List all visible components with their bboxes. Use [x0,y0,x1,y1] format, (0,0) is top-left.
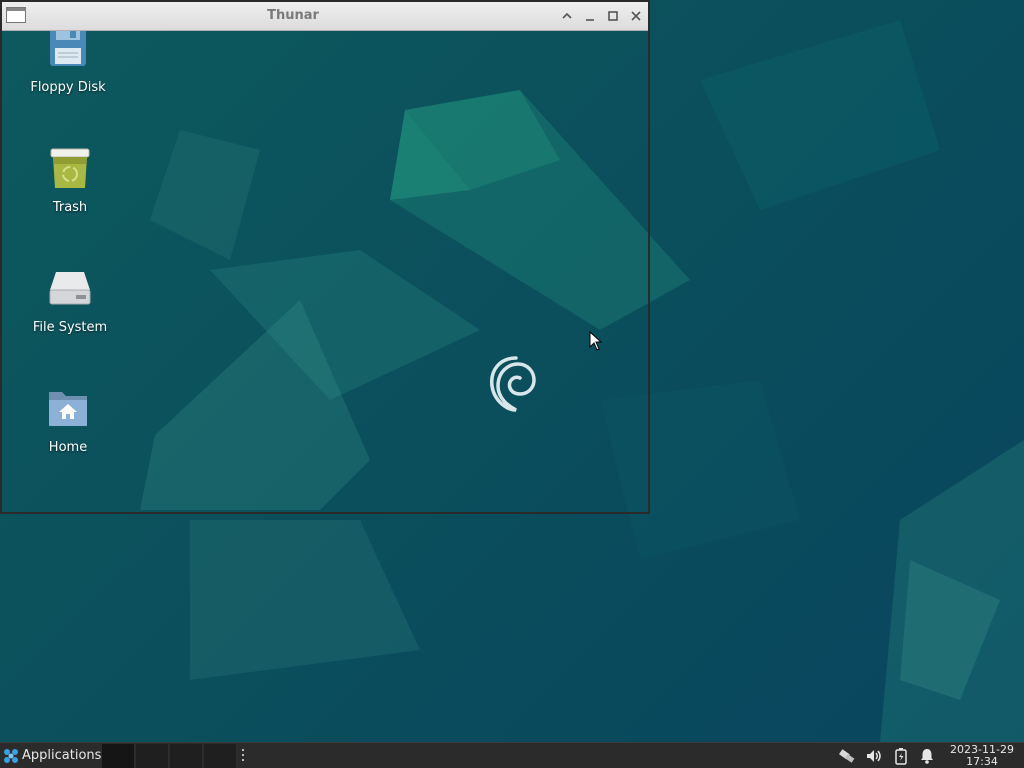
mouse-pointer-icon [589,331,603,351]
workspace-2[interactable] [136,744,169,768]
minimize-button[interactable] [581,7,599,25]
panel-handle-icon[interactable] [241,749,245,761]
close-button[interactable] [627,7,645,25]
notifications-icon[interactable] [918,747,936,765]
clock[interactable]: 2023-11-29 17:34 [944,744,1020,768]
window-title: Thunar [267,8,319,23]
applications-menu-button[interactable]: Applications [0,743,102,768]
chevron-up-icon [562,12,572,19]
volume-icon[interactable] [865,747,883,765]
clock-time: 17:34 [966,755,998,768]
applications-label: Applications [22,748,102,763]
thunar-window[interactable]: Thunar [0,0,650,514]
xfce-logo-icon [4,748,18,763]
power-icon[interactable] [892,747,910,765]
window-titlebar[interactable]: Thunar [2,2,648,31]
minimize-icon [586,19,594,21]
shade-button[interactable] [558,7,576,25]
workspace-3[interactable] [170,744,203,768]
close-icon [631,11,641,21]
bottom-panel: Applications 2023-11-29 17:34 [0,742,1024,768]
network-icon[interactable] [838,747,856,765]
maximize-icon [608,11,618,21]
workspace-4[interactable] [204,744,237,768]
maximize-button[interactable] [604,7,622,25]
desktop: Floppy Disk Trash File System Home Thuna… [0,0,1024,768]
workspace-1[interactable] [102,744,135,768]
